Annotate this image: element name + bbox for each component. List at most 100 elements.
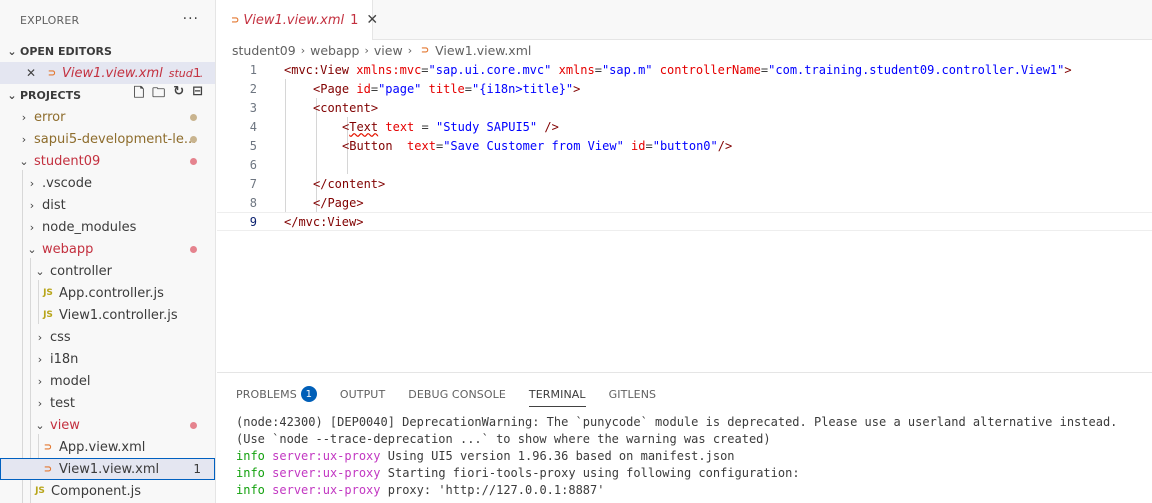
- tree-item-label: View1.controller.js: [59, 307, 178, 323]
- tree-item-label: student09: [34, 153, 101, 169]
- tree-item-app-view[interactable]: ⊃ App.view.xml: [0, 436, 215, 458]
- tree-item-label: App.view.xml: [59, 439, 146, 455]
- tree-item-view1-controller[interactable]: JS View1.controller.js: [0, 304, 215, 326]
- line-number: 8: [249, 195, 257, 210]
- tab-debug-console[interactable]: DEBUG CONSOLE: [408, 384, 506, 404]
- tree-item-model[interactable]: › model: [0, 370, 215, 392]
- terminal-text: Using UI5 version 1.96.36 based on manif…: [380, 449, 735, 463]
- terminal-text: proxy: 'http://127.0.0.1:8887': [380, 483, 605, 497]
- tree-item-label: .vscode: [42, 175, 92, 191]
- tree-item-view1-view[interactable]: ⊃ View1.view.xml 1: [0, 458, 215, 480]
- tree-item-label: sapui5-development-le...: [34, 131, 197, 147]
- code-line: 9 </mvc:View>: [217, 212, 1152, 231]
- tab-view1-view-xml[interactable]: ⊃ View1.view.xml 1 ✕: [217, 0, 378, 40]
- code-line: 7 </content>: [217, 174, 1152, 193]
- tab-label: OUTPUT: [339, 387, 386, 401]
- close-icon[interactable]: ✕: [26, 66, 40, 80]
- log-source: server:ux-proxy: [272, 483, 381, 497]
- open-editor-item[interactable]: ✕ ⊃ View1.view.xml stud... 1: [0, 62, 215, 84]
- breadcrumb-item[interactable]: view: [374, 43, 403, 58]
- code-line: 6: [217, 155, 1152, 174]
- tree-item-test[interactable]: › test: [0, 392, 215, 414]
- tab-terminal[interactable]: TERMINAL: [528, 384, 586, 407]
- terminal-text: Starting fiori-tools-proxy using followi…: [380, 466, 800, 480]
- tree-item-dist[interactable]: › dist: [0, 194, 215, 216]
- chevron-right-icon: ›: [37, 330, 43, 344]
- xml-file-icon: ⊃: [43, 441, 53, 453]
- code-line: 4 <Text text = "Study SAPUI5" />: [217, 117, 1152, 136]
- breadcrumb-item[interactable]: View1.view.xml: [435, 43, 531, 58]
- tab-problem-count: 1: [350, 12, 359, 28]
- tree-item-label: View1.view.xml: [59, 461, 160, 477]
- terminal-text: (node:42300) [DEP0040] DeprecationWarnin…: [236, 415, 1118, 429]
- tree-item-component[interactable]: JS Component.js: [0, 480, 215, 502]
- tab-label: GITLENS: [608, 387, 657, 401]
- tab-label: View1.view.xml: [243, 12, 345, 28]
- new-file-icon[interactable]: 🗋: [134, 84, 144, 106]
- editor-tab-bar: ⊃ View1.view.xml 1 ✕: [217, 0, 1152, 40]
- more-actions-icon[interactable]: ···: [183, 11, 199, 27]
- close-icon[interactable]: ✕: [366, 12, 378, 28]
- modified-dot: [190, 114, 197, 121]
- tree-item-view[interactable]: ⌄ view: [0, 414, 215, 436]
- error-dot: [190, 422, 197, 429]
- chevron-down-icon: ⌄: [27, 242, 37, 256]
- tree-item-error[interactable]: › error: [0, 106, 215, 128]
- tree-item-webapp[interactable]: ⌄ webapp: [0, 238, 215, 260]
- tree-item-node-modules[interactable]: › node_modules: [0, 216, 215, 238]
- tree-item-css[interactable]: › css: [0, 326, 215, 348]
- collapse-all-icon[interactable]: ⊟: [192, 84, 203, 106]
- open-editors-section[interactable]: ⌄ OPEN EDITORS: [0, 40, 215, 62]
- log-level: info: [236, 466, 265, 480]
- explorer-sidebar: EXPLORER ··· ⌄ OPEN EDITORS ✕ ⊃ View1.vi…: [0, 0, 216, 503]
- breadcrumb-item[interactable]: webapp: [310, 43, 359, 58]
- tab-output[interactable]: OUTPUT: [340, 384, 385, 404]
- problem-count: 1: [193, 462, 201, 476]
- terminal-text: (Use `node --trace-deprecation ...` to s…: [236, 432, 771, 446]
- xml-file-icon: ⊃: [420, 44, 430, 56]
- code-line: 3 <content>: [217, 98, 1152, 117]
- tree-item-label: i18n: [50, 351, 79, 367]
- code-text: <Text text = "Study SAPUI5" />: [342, 119, 559, 134]
- terminal-output[interactable]: (node:42300) [DEP0040] DeprecationWarnin…: [236, 415, 1117, 500]
- projects-section[interactable]: ⌄ PROJECTS 🗋 🗀 ↻ ⊟: [0, 84, 215, 106]
- projects-toolbar: 🗋 🗀 ↻ ⊟: [134, 84, 203, 106]
- explorer-title-label: EXPLORER: [20, 13, 80, 27]
- log-level: info: [236, 449, 265, 463]
- javascript-file-icon: JS: [43, 310, 53, 320]
- tab-problems[interactable]: PROBLEMS 1: [236, 384, 317, 404]
- tree-item-label: Component.js: [51, 483, 141, 499]
- breadcrumb-item[interactable]: student09: [232, 43, 296, 58]
- modified-dot: [190, 136, 197, 143]
- tree-item-student09[interactable]: ⌄ student09: [0, 150, 215, 172]
- log-source: server:ux-proxy: [272, 449, 381, 463]
- explorer-title: EXPLORER ···: [0, 0, 215, 40]
- log-level: info: [236, 483, 265, 497]
- tab-gitlens[interactable]: GITLENS: [609, 384, 656, 404]
- tree-item-i18n[interactable]: › i18n: [0, 348, 215, 370]
- terminal-line: (Use `node --trace-deprecation ...` to s…: [236, 432, 1117, 449]
- chevron-right-icon: ›: [407, 43, 413, 57]
- line-number: 5: [249, 138, 257, 153]
- xml-file-icon: ⊃: [47, 67, 57, 79]
- line-number: 3: [249, 100, 257, 115]
- line-number: 4: [249, 119, 257, 134]
- xml-file-icon: ⊃: [231, 14, 240, 26]
- tree-item-app-controller[interactable]: JS App.controller.js: [0, 282, 215, 304]
- tree-item-sapui5-development[interactable]: › sapui5-development-le...: [0, 128, 215, 150]
- panel-tabs: PROBLEMS 1 OUTPUT DEBUG CONSOLE TERMINAL…: [236, 384, 679, 407]
- line-number: 9: [249, 214, 257, 229]
- refresh-icon[interactable]: ↻: [173, 84, 184, 106]
- tree-item-controller[interactable]: ⌄ controller: [0, 260, 215, 282]
- chevron-right-icon: ›: [29, 198, 35, 212]
- new-folder-icon[interactable]: 🗀: [152, 84, 165, 106]
- tree-item-vscode[interactable]: › .vscode: [0, 172, 215, 194]
- terminal-line: info server:ux-proxy Using UI5 version 1…: [236, 449, 1117, 466]
- breadcrumb: student09 › webapp › view › ⊃ View1.view…: [232, 40, 531, 60]
- code-editor[interactable]: 1 <mvc:View xmlns:mvc="sap.ui.core.mvc" x…: [217, 60, 1152, 370]
- chevron-down-icon: ⌄: [35, 418, 45, 432]
- line-number: 2: [249, 81, 257, 96]
- code-text: <mvc:View xmlns:mvc="sap.ui.core.mvc" xm…: [284, 62, 1072, 77]
- line-number: 1: [249, 62, 257, 77]
- tree-item-label: error: [34, 109, 66, 125]
